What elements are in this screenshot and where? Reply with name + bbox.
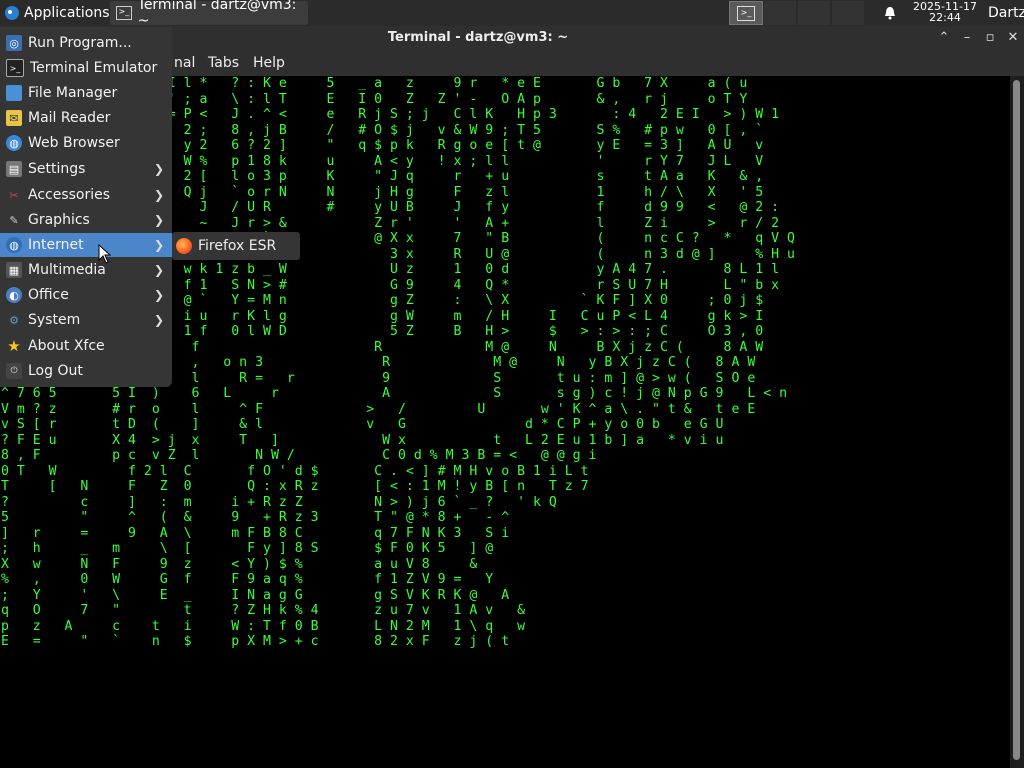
menu-item-label: About Xfce (28, 338, 105, 354)
menu-help[interactable]: Help (253, 55, 285, 71)
multimedia-icon: ▦ (6, 262, 22, 278)
menu-item-label: Graphics (28, 212, 90, 228)
chevron-right-icon: ❯ (153, 238, 164, 252)
internet-submenu: Firefox ESR (172, 232, 300, 260)
menu-item-system[interactable]: ⚙ System ❯ (0, 308, 172, 332)
clock[interactable]: 2025-11-17 22:44 (906, 1, 984, 23)
terminal-scrollbar[interactable] (1010, 76, 1024, 768)
graphics-icon: ✎ (9, 213, 19, 227)
submenu-item-label: Firefox ESR (198, 238, 277, 254)
menu-item-office[interactable]: ◐ Office ❯ (0, 283, 172, 307)
chevron-right-icon: ❯ (153, 213, 164, 227)
taskbar-terminal-label: Terminal - dartz@vm3: ~ (137, 0, 297, 29)
user-menu[interactable]: Dartz (988, 0, 1024, 26)
menu-item-multimedia[interactable]: ▦ Multimedia ❯ (0, 258, 172, 282)
workspace-3[interactable] (798, 1, 830, 25)
menu-item-accessories[interactable]: ✂ Accessories ❯ (0, 183, 172, 207)
menu-terminal[interactable]: nal (174, 55, 195, 71)
menu-item-internet[interactable]: ◍ Internet ❯ (0, 233, 172, 257)
top-panel: Applications ⋮ >_ Terminal - dartz@vm3: … (0, 0, 1024, 29)
menu-item-settings[interactable]: ▤ Settings ❯ (0, 157, 172, 181)
chevron-right-icon: ❯ (153, 162, 164, 176)
workspace-terminal-icon[interactable]: >_ (729, 1, 763, 25)
menu-item-label: Mail Reader (28, 110, 111, 126)
menu-item-label: Log Out (28, 363, 83, 379)
folder-icon (6, 85, 22, 101)
globe-icon: ◍ (6, 135, 22, 151)
menu-item-label: Office (28, 287, 69, 303)
maximize-button[interactable]: ▫ (980, 28, 1000, 48)
menu-item-label: File Manager (28, 85, 118, 101)
scrollbar-thumb[interactable] (1013, 80, 1020, 760)
system-icon: ⚙ (9, 313, 19, 327)
settings-icon: ▤ (6, 161, 22, 177)
mouse-cursor-icon (98, 243, 112, 268)
chevron-right-icon: ❯ (153, 313, 164, 327)
menu-item-label: System (28, 312, 81, 328)
menu-item-label: Settings (28, 161, 86, 177)
menu-item-about-xfce[interactable]: ★ About Xfce (0, 334, 172, 358)
workspace-4[interactable] (832, 1, 864, 25)
workspace-2[interactable] (764, 1, 796, 25)
logout-icon: ⏻ (6, 363, 22, 379)
applications-label: Applications (24, 5, 110, 21)
run-icon: ◎ (6, 35, 22, 51)
menu-item-label: Terminal Emulator (30, 60, 158, 76)
accessories-icon: ✂ (9, 188, 19, 202)
terminal-icon: >_ (737, 5, 755, 21)
menu-item-web-browser[interactable]: ◍ Web Browser (0, 131, 172, 155)
menu-item-label: Multimedia (28, 262, 106, 278)
chevron-right-icon: ❯ (153, 188, 164, 202)
terminal-icon: >_ (116, 6, 132, 20)
menu-item-terminal-emulator[interactable]: >_ Terminal Emulator (0, 56, 172, 80)
menu-tabs[interactable]: Tabs (208, 55, 239, 71)
menu-item-label: Run Program... (28, 35, 132, 51)
chevron-right-icon: ❯ (153, 288, 164, 302)
star-icon: ★ (7, 337, 21, 355)
menu-item-label: Web Browser (28, 135, 120, 151)
chevron-right-icon: ❯ (153, 263, 164, 277)
clock-time: 22:44 (929, 11, 961, 24)
menu-item-graphics[interactable]: ✎ Graphics ❯ (0, 208, 172, 232)
menu-item-label: Accessories (28, 187, 111, 203)
minimize-button[interactable]: – (957, 28, 977, 48)
menu-item-file-manager[interactable]: File Manager (0, 81, 172, 105)
menu-item-log-out[interactable]: ⏻ Log Out (0, 359, 172, 383)
taskbar-terminal-button[interactable]: >_ Terminal - dartz@vm3: ~ (110, 0, 308, 29)
office-icon: ◐ (6, 287, 22, 303)
window-up-icon[interactable]: ⌃ (934, 28, 954, 48)
terminal-icon: >_ (6, 59, 24, 77)
menu-item-run-program[interactable]: ◎ Run Program... (0, 31, 172, 55)
notification-bell-icon[interactable] (880, 2, 900, 24)
applications-dropdown: ◎ Run Program... >_ Terminal Emulator Fi… (0, 27, 172, 387)
submenu-item-firefox[interactable]: Firefox ESR (176, 238, 276, 254)
menu-item-mail-reader[interactable]: ✉ Mail Reader (0, 106, 172, 130)
menu-item-label: Internet (28, 237, 84, 253)
close-button[interactable]: ✕ (1003, 28, 1023, 48)
internet-icon: ◍ (6, 237, 22, 253)
firefox-icon (176, 238, 192, 254)
mail-icon: ✉ (6, 110, 22, 126)
xfce-logo-icon (5, 6, 19, 20)
